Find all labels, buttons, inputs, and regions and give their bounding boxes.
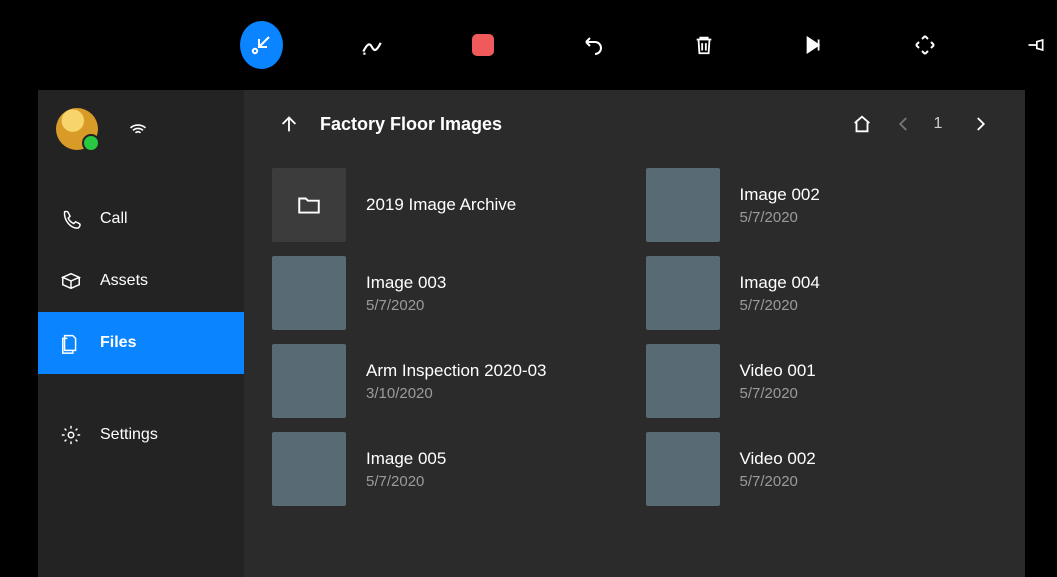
undo-icon[interactable]	[572, 21, 615, 69]
move-arrows-icon[interactable]	[904, 21, 947, 69]
arrow-in-icon[interactable]	[240, 21, 283, 69]
file-grid: 2019 Image Archive Image 002 5/7/2020 Im…	[244, 158, 1025, 506]
folder-icon	[272, 168, 346, 242]
file-name: Image 005	[366, 449, 446, 469]
sidebar-item-call[interactable]: Call	[38, 188, 244, 250]
file-item[interactable]: Image 003 5/7/2020	[272, 256, 624, 330]
file-name: Image 003	[366, 273, 446, 293]
sidebar-item-label: Call	[100, 210, 128, 228]
file-date: 5/7/2020	[740, 385, 816, 402]
file-name: Arm Inspection 2020-03	[366, 361, 547, 381]
file-item[interactable]: Video 002 5/7/2020	[646, 432, 998, 506]
main-panel: Factory Floor Images 1 2019 Image Archiv…	[244, 90, 1025, 577]
file-date: 5/7/2020	[366, 297, 446, 314]
file-date: 5/7/2020	[740, 297, 820, 314]
thumbnail	[646, 344, 720, 418]
prev-page-icon[interactable]	[887, 107, 921, 141]
wifi-icon	[126, 117, 150, 142]
app-window: Call Assets Files Settings Factory Floor…	[38, 90, 1025, 577]
sidebar: Call Assets Files Settings	[38, 90, 244, 577]
file-date: 3/10/2020	[366, 385, 547, 402]
page-number: 1	[921, 115, 955, 133]
sidebar-item-label: Files	[100, 334, 136, 352]
file-name: Video 001	[740, 361, 816, 381]
file-item[interactable]: Image 004 5/7/2020	[646, 256, 998, 330]
sidebar-item-label: Settings	[100, 426, 158, 444]
sidebar-item-assets[interactable]: Assets	[38, 250, 244, 312]
file-name: Image 002	[740, 185, 820, 205]
file-item[interactable]: Video 001 5/7/2020	[646, 344, 998, 418]
file-name: 2019 Image Archive	[366, 195, 516, 215]
thumbnail	[272, 344, 346, 418]
file-date: 5/7/2020	[366, 473, 446, 490]
sidebar-item-files[interactable]: Files	[38, 312, 244, 374]
file-item[interactable]: Arm Inspection 2020-03 3/10/2020	[272, 344, 624, 418]
profile-area	[38, 108, 244, 150]
file-date: 5/7/2020	[740, 473, 816, 490]
file-name: Video 002	[740, 449, 816, 469]
folder-item[interactable]: 2019 Image Archive	[272, 168, 624, 242]
ink-pen-icon[interactable]	[351, 21, 394, 69]
top-toolbar	[0, 0, 1057, 90]
file-item[interactable]: Image 002 5/7/2020	[646, 168, 998, 242]
page-title: Factory Floor Images	[320, 114, 502, 135]
thumbnail	[646, 256, 720, 330]
thumbnail	[272, 432, 346, 506]
trash-icon[interactable]	[683, 21, 726, 69]
next-page-icon[interactable]	[963, 107, 997, 141]
main-header: Factory Floor Images 1	[244, 90, 1025, 158]
thumbnail	[272, 256, 346, 330]
thumbnail	[646, 432, 720, 506]
thumbnail	[646, 168, 720, 242]
stop-record-icon[interactable]	[461, 21, 504, 69]
file-item[interactable]: Image 005 5/7/2020	[272, 432, 624, 506]
sidebar-item-label: Assets	[100, 272, 148, 290]
file-name: Image 004	[740, 273, 820, 293]
play-forward-icon[interactable]	[793, 21, 836, 69]
file-date: 5/7/2020	[740, 209, 820, 226]
sidebar-item-settings[interactable]: Settings	[38, 404, 244, 466]
home-icon[interactable]	[845, 107, 879, 141]
pin-icon[interactable]	[1014, 21, 1057, 69]
up-arrow-icon[interactable]	[272, 107, 306, 141]
avatar[interactable]	[56, 108, 98, 150]
